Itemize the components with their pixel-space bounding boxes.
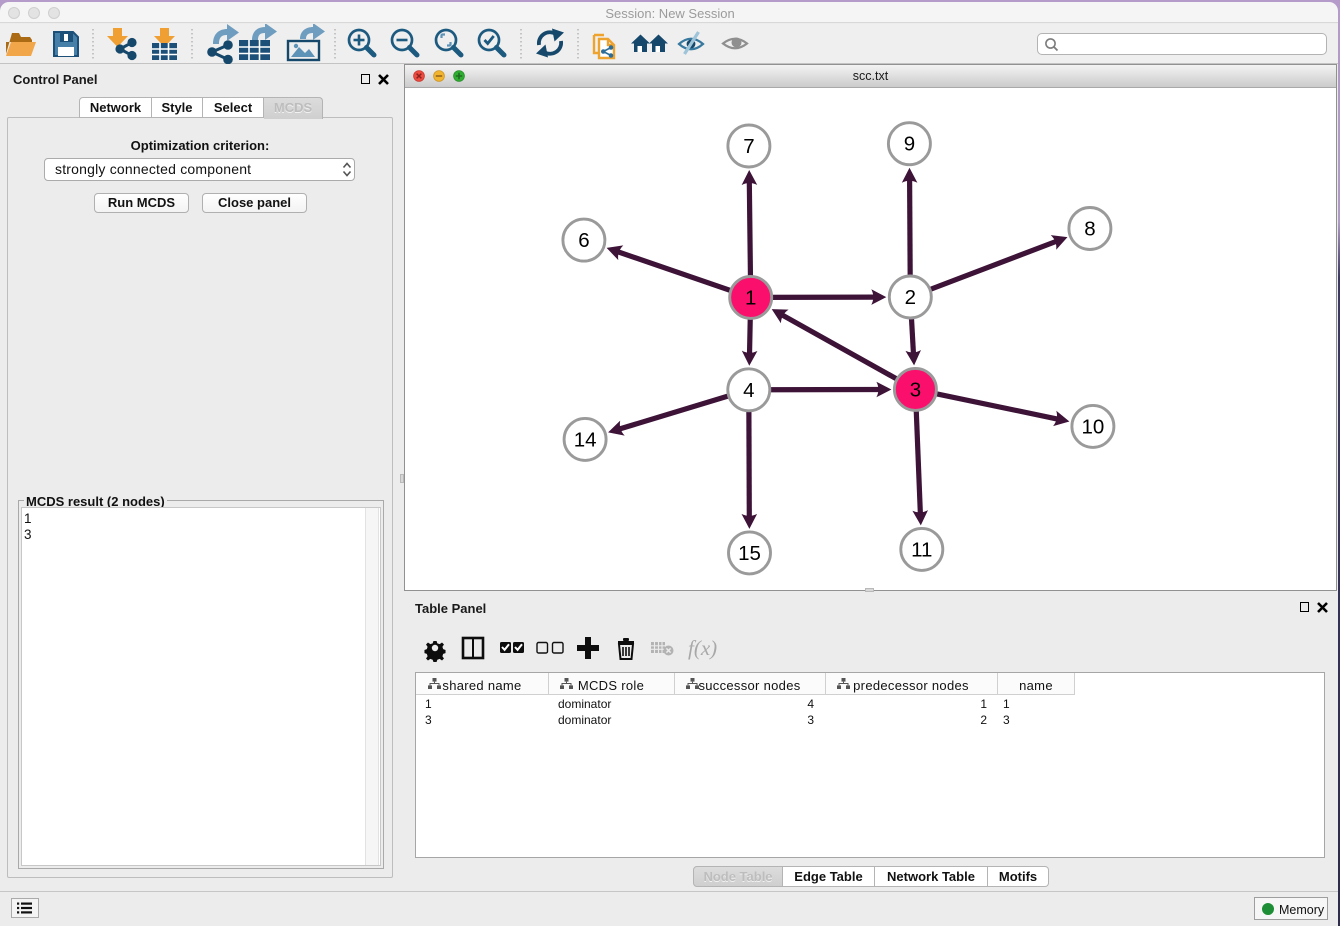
svg-text:2: 2 xyxy=(905,286,916,309)
svg-text:1: 1 xyxy=(745,286,756,309)
svg-text:11: 11 xyxy=(911,538,932,561)
svg-text:14: 14 xyxy=(574,428,597,451)
svg-text:3: 3 xyxy=(910,378,921,401)
svg-text:9: 9 xyxy=(904,133,915,156)
svg-text:6: 6 xyxy=(578,229,589,252)
svg-text:8: 8 xyxy=(1084,218,1095,241)
svg-text:f(x): f(x) xyxy=(688,636,717,660)
svg-text:4: 4 xyxy=(743,379,754,402)
svg-text:7: 7 xyxy=(743,135,754,158)
svg-text:15: 15 xyxy=(738,542,761,565)
svg-text:10: 10 xyxy=(1081,415,1104,438)
